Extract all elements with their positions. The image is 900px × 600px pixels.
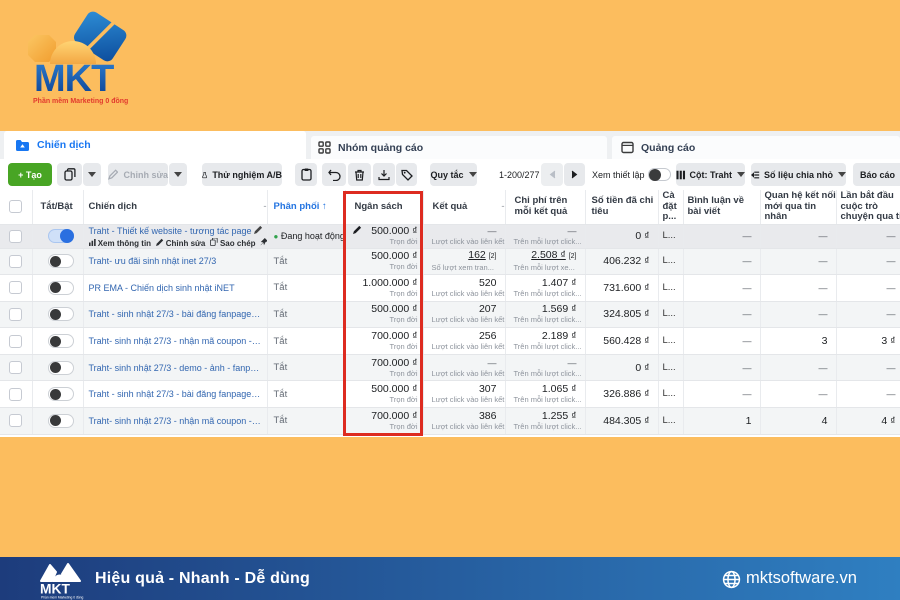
svg-text:Phần mềm Marketing 0 đồng: Phần mềm Marketing 0 đồng (41, 596, 83, 600)
svg-text:Phần mềm Marketing 0 đồng: Phần mềm Marketing 0 đồng (33, 96, 128, 105)
svg-text:MKT: MKT (40, 582, 70, 597)
svg-text:MKT: MKT (34, 58, 114, 100)
